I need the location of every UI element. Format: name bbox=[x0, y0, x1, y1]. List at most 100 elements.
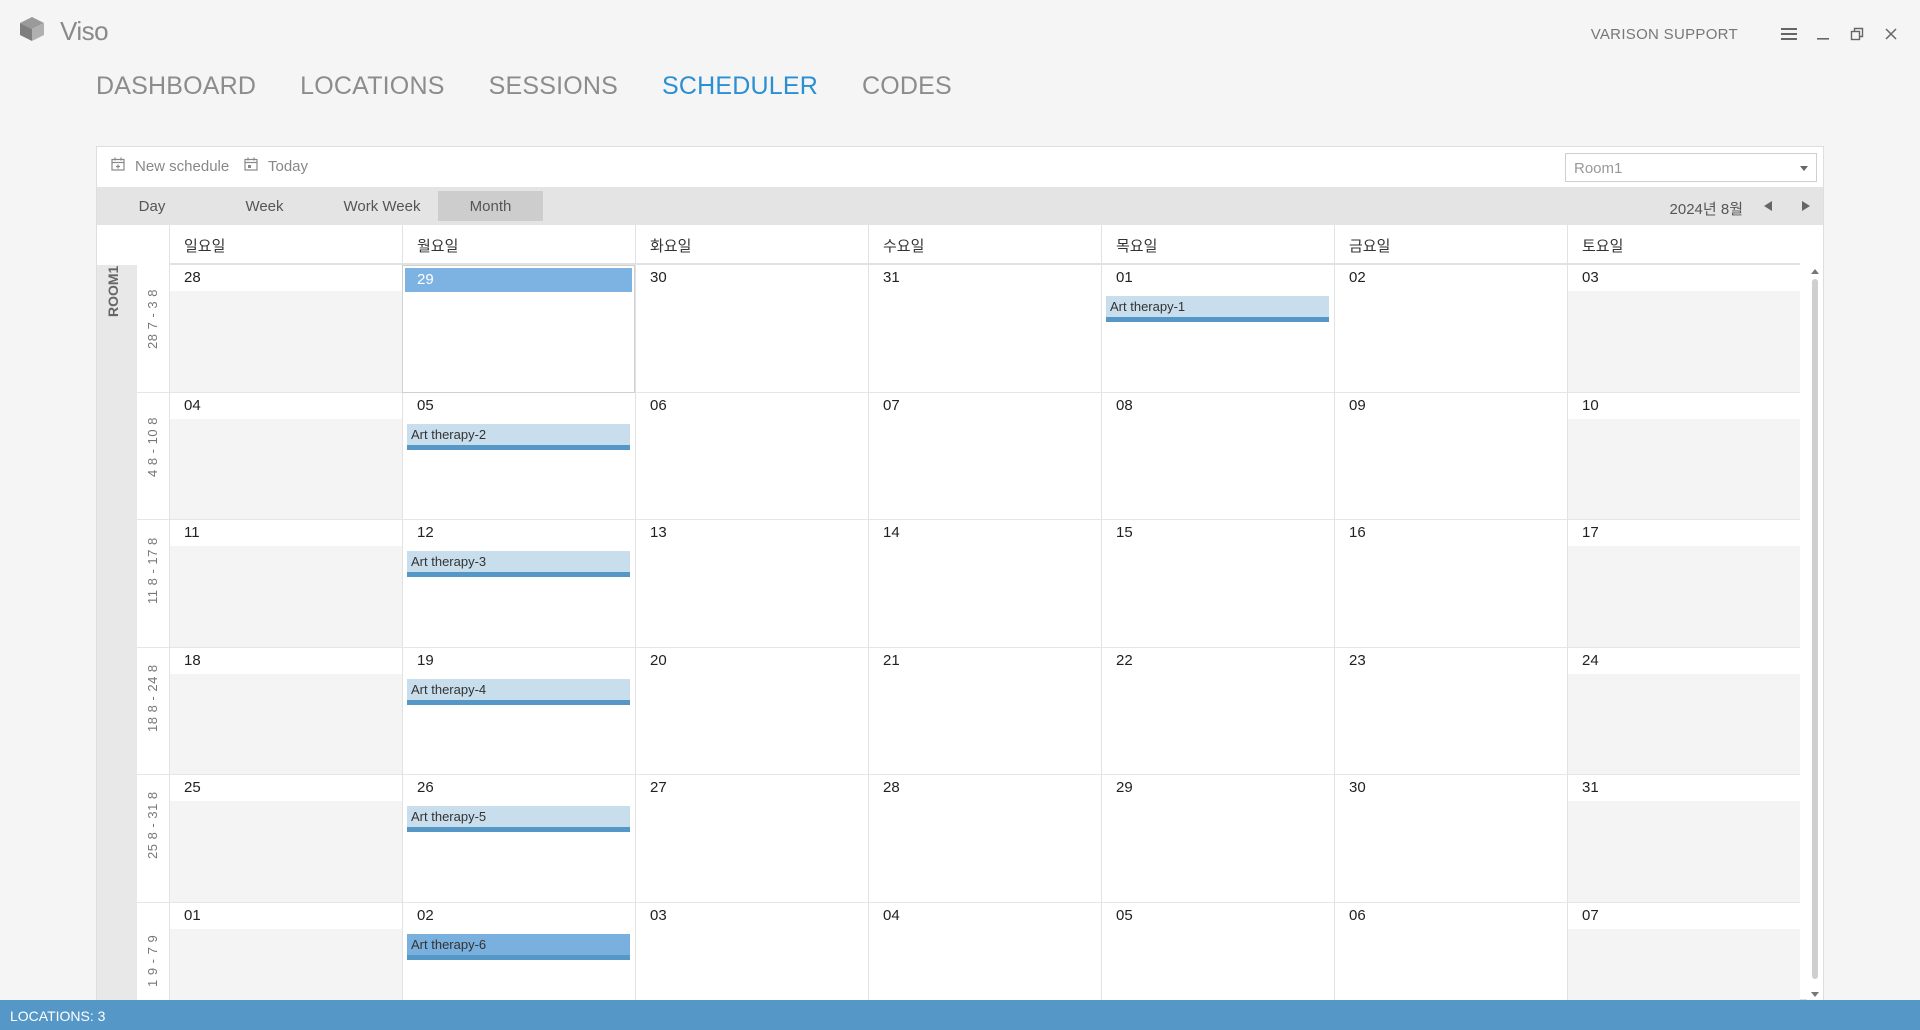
today-button[interactable]: Today bbox=[244, 157, 308, 175]
day-cell-body[interactable] bbox=[170, 291, 402, 392]
support-link[interactable]: VARISON SUPPORT bbox=[1591, 26, 1738, 43]
appointment[interactable]: Art therapy-6 bbox=[407, 933, 630, 960]
day-cell-body[interactable] bbox=[1568, 546, 1800, 647]
day-cell[interactable]: 13 bbox=[635, 520, 868, 648]
day-cell[interactable]: 07 bbox=[868, 392, 1101, 520]
next-arrow-icon[interactable] bbox=[1797, 197, 1815, 215]
day-number: 07 bbox=[1582, 906, 1599, 924]
prev-arrow-icon[interactable] bbox=[1759, 197, 1777, 215]
day-cell-body[interactable] bbox=[1102, 801, 1334, 902]
day-cell[interactable]: 29 bbox=[402, 265, 635, 393]
day-cell-body[interactable] bbox=[170, 546, 402, 647]
day-cell[interactable]: 16 bbox=[1334, 520, 1567, 648]
day-cell[interactable]: 15 bbox=[1101, 520, 1334, 648]
day-cell-body[interactable] bbox=[636, 546, 868, 647]
day-cell[interactable]: 02 bbox=[1334, 265, 1567, 393]
day-cell-body[interactable] bbox=[1335, 673, 1567, 774]
day-number: 20 bbox=[650, 651, 667, 669]
day-cell[interactable]: 10 bbox=[1567, 392, 1800, 520]
day-cell[interactable]: 01 Art therapy-1 bbox=[1101, 265, 1334, 393]
day-cell-body[interactable] bbox=[1102, 673, 1334, 774]
menu-icon[interactable] bbox=[1774, 22, 1804, 46]
day-cell[interactable]: 11 bbox=[169, 520, 402, 648]
day-cell-body[interactable] bbox=[869, 673, 1101, 774]
nav-codes[interactable]: CODES bbox=[862, 72, 952, 101]
nav-dashboard[interactable]: DASHBOARD bbox=[96, 72, 256, 101]
day-number: 02 bbox=[417, 906, 434, 924]
day-cell-body[interactable] bbox=[869, 291, 1101, 392]
day-cell[interactable]: 28 bbox=[868, 775, 1101, 903]
minimize-icon[interactable] bbox=[1808, 22, 1838, 46]
new-schedule-button[interactable]: New schedule bbox=[111, 157, 229, 175]
day-cell[interactable]: 08 bbox=[1101, 392, 1334, 520]
day-cell[interactable]: 23 bbox=[1334, 647, 1567, 775]
day-cell-body[interactable] bbox=[170, 418, 402, 519]
day-cell-body[interactable] bbox=[1335, 291, 1567, 392]
day-cell[interactable]: 27 bbox=[635, 775, 868, 903]
day-cell[interactable]: 09 bbox=[1334, 392, 1567, 520]
day-cell[interactable]: 14 bbox=[868, 520, 1101, 648]
day-cell-body[interactable] bbox=[1102, 418, 1334, 519]
day-cell-body[interactable] bbox=[1335, 801, 1567, 902]
appointment[interactable]: Art therapy-5 bbox=[407, 806, 630, 832]
day-cell[interactable]: 31 bbox=[868, 265, 1101, 393]
day-cell-body[interactable] bbox=[1568, 673, 1800, 774]
nav-locations[interactable]: LOCATIONS bbox=[300, 72, 444, 101]
day-cell[interactable]: 20 bbox=[635, 647, 868, 775]
day-cell[interactable]: 19 Art therapy-4 bbox=[402, 647, 635, 775]
day-cell[interactable]: 22 bbox=[1101, 647, 1334, 775]
day-cell-body[interactable] bbox=[869, 801, 1101, 902]
day-cell[interactable]: 18 bbox=[169, 647, 402, 775]
appointment[interactable]: Art therapy-4 bbox=[407, 678, 630, 705]
view-work-week-button[interactable]: Work Week bbox=[327, 191, 437, 221]
restore-icon[interactable] bbox=[1842, 22, 1872, 46]
day-cell-body[interactable] bbox=[403, 292, 634, 392]
nav-sessions[interactable]: SESSIONS bbox=[489, 72, 618, 101]
scroll-down-icon[interactable] bbox=[1811, 992, 1819, 997]
day-cell[interactable]: 26 Art therapy-5 bbox=[402, 775, 635, 903]
day-cell[interactable]: 25 bbox=[169, 775, 402, 903]
day-cell[interactable]: 05 Art therapy-2 bbox=[402, 392, 635, 520]
day-cell[interactable]: 03 bbox=[1567, 265, 1800, 393]
day-cell-body[interactable] bbox=[1335, 546, 1567, 647]
day-cell-body[interactable] bbox=[1568, 291, 1800, 392]
day-cell[interactable]: 31 bbox=[1567, 775, 1800, 903]
day-cell[interactable]: 30 bbox=[635, 265, 868, 393]
day-cell-header bbox=[1102, 902, 1334, 929]
day-cell-header bbox=[869, 392, 1101, 419]
scroll-up-icon[interactable] bbox=[1811, 269, 1819, 274]
day-cell[interactable]: 30 bbox=[1334, 775, 1567, 903]
day-cell[interactable]: 29 bbox=[1101, 775, 1334, 903]
vertical-scrollbar[interactable] bbox=[1807, 265, 1823, 1001]
day-cell-body[interactable] bbox=[1335, 418, 1567, 519]
day-cell-body[interactable] bbox=[170, 801, 402, 902]
room-label: ROOM1 bbox=[105, 265, 121, 317]
room-select[interactable]: Room1 bbox=[1565, 153, 1817, 182]
day-cell[interactable]: 06 bbox=[635, 392, 868, 520]
day-cell[interactable]: 24 bbox=[1567, 647, 1800, 775]
nav-scheduler[interactable]: SCHEDULER bbox=[662, 72, 818, 101]
day-cell[interactable]: 21 bbox=[868, 647, 1101, 775]
day-cell-body[interactable] bbox=[636, 418, 868, 519]
day-cell[interactable]: 12 Art therapy-3 bbox=[402, 520, 635, 648]
day-cell[interactable]: 04 bbox=[169, 392, 402, 520]
day-cell-body[interactable] bbox=[869, 546, 1101, 647]
scroll-thumb[interactable] bbox=[1812, 279, 1818, 979]
day-cell-body[interactable] bbox=[869, 418, 1101, 519]
day-cell-body[interactable] bbox=[636, 673, 868, 774]
appointment[interactable]: Art therapy-1 bbox=[1106, 296, 1329, 322]
view-month-button[interactable]: Month bbox=[438, 191, 543, 221]
day-cell-body[interactable] bbox=[1568, 418, 1800, 519]
appointment[interactable]: Art therapy-2 bbox=[407, 423, 630, 450]
day-cell-body[interactable] bbox=[170, 673, 402, 774]
view-day-button[interactable]: Day bbox=[117, 191, 187, 221]
day-cell-body[interactable] bbox=[1568, 801, 1800, 902]
day-cell-body[interactable] bbox=[636, 291, 868, 392]
day-cell-body[interactable] bbox=[636, 801, 868, 902]
day-cell-body[interactable] bbox=[1102, 546, 1334, 647]
day-cell[interactable]: 17 bbox=[1567, 520, 1800, 648]
view-week-button[interactable]: Week bbox=[222, 191, 307, 221]
appointment[interactable]: Art therapy-3 bbox=[407, 551, 630, 577]
day-cell[interactable]: 28 bbox=[169, 265, 402, 393]
close-icon[interactable] bbox=[1876, 22, 1906, 46]
